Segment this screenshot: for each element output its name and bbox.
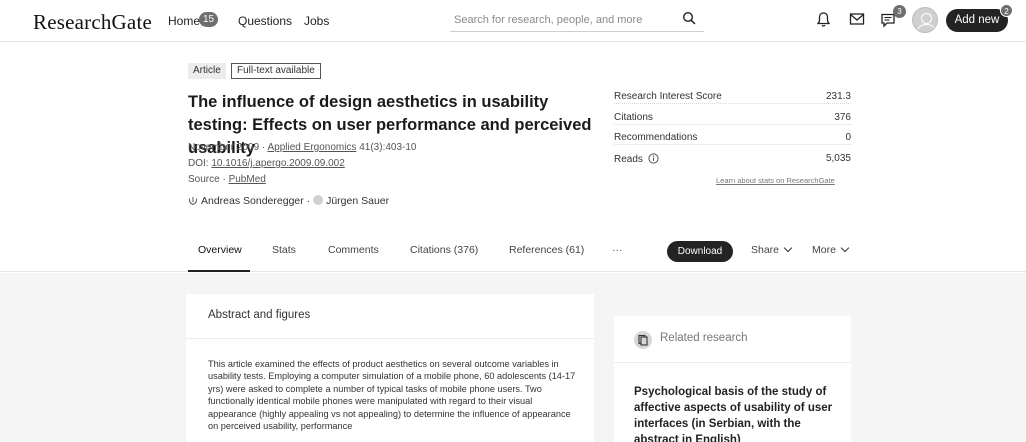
stat-divider (614, 103, 851, 104)
share-button[interactable]: Share (751, 243, 793, 256)
stat-research-interest: Research Interest Score 231.3 (614, 91, 851, 105)
nav-home-link[interactable]: Home (168, 14, 200, 28)
top-navigation: ResearchGate Home 15 Questions Jobs 3 Ad… (0, 0, 1026, 42)
divider (186, 338, 594, 339)
doi-line: DOI: 10.1016/j.apergo.2009.09.002 (188, 158, 345, 169)
stat-value: 5,035 (825, 153, 851, 164)
info-icon[interactable] (648, 153, 659, 167)
search-bar (450, 8, 704, 32)
chevron-down-icon (783, 243, 793, 253)
tab-overview[interactable]: Overview (198, 244, 242, 256)
download-button[interactable]: Download (667, 241, 733, 262)
stat-label: Research Interest Score (614, 91, 722, 102)
chevron-down-icon (840, 243, 850, 253)
author-avatar-icon (188, 196, 198, 209)
source-line: Source · PubMed (188, 174, 266, 185)
author-avatar (313, 195, 324, 205)
doi-label: DOI: (188, 158, 209, 169)
author-list: Andreas Sonderegger · Jürgen Sauer (188, 195, 389, 209)
abstract-text: This article examined the effects of pro… (208, 359, 576, 432)
publication-date: November 2009 (188, 142, 260, 153)
home-notification-badge: 15 (199, 12, 219, 27)
tab-references[interactable]: References (61) (509, 244, 584, 256)
abstract-card: Abstract and figures This article examin… (186, 294, 594, 442)
author-name[interactable]: Jürgen Sauer (326, 195, 389, 207)
doi-link[interactable]: 10.1016/j.apergo.2009.09.002 (211, 158, 344, 169)
divider (614, 362, 851, 363)
author-name[interactable]: Andreas Sonderegger (201, 195, 304, 207)
source-link[interactable]: PubMed (229, 174, 266, 185)
related-article-title[interactable]: Psychological basis of the study of affe… (634, 384, 844, 442)
more-tabs-icon[interactable]: ··· (612, 244, 623, 256)
nav-questions-link[interactable]: Questions (238, 14, 292, 28)
stat-value: 231.3 (825, 91, 851, 102)
stat-label: Citations (614, 112, 653, 123)
researchgate-logo[interactable]: ResearchGate (33, 10, 152, 35)
more-label: More (812, 244, 836, 256)
user-avatar[interactable] (912, 7, 938, 33)
tab-citations[interactable]: Citations (376) (410, 244, 478, 256)
search-icon[interactable] (682, 11, 696, 30)
stat-label: Recommendations (614, 132, 698, 143)
stat-divider (614, 124, 851, 125)
stat-value: 376 (834, 112, 851, 123)
add-new-badge: 2 (1000, 4, 1013, 17)
tab-comments[interactable]: Comments (328, 244, 379, 256)
article-type-tag: Article (188, 63, 226, 79)
fulltext-available-tag: Full-text available (231, 63, 321, 79)
active-tab-indicator (188, 270, 250, 272)
stat-divider (614, 144, 851, 145)
bell-icon[interactable] (816, 11, 831, 33)
stat-label-text: Reads (614, 154, 643, 165)
stat-reads: Reads 5,035 (614, 153, 851, 167)
share-label: Share (751, 244, 780, 256)
journal-link[interactable]: Applied Ergonomics (268, 142, 357, 153)
nav-jobs-link[interactable]: Jobs (304, 14, 329, 28)
learn-about-stats-link[interactable]: Learn about stats on ResearchGate (716, 176, 835, 185)
source-label: Source · (188, 174, 226, 185)
journal-reference: 41(3):403-10 (359, 142, 417, 153)
stat-value: 0 (845, 132, 851, 143)
abstract-heading: Abstract and figures (208, 309, 311, 321)
search-input[interactable] (454, 11, 674, 29)
stat-recommendations: Recommendations 0 (614, 132, 851, 146)
publication-info: November 2009 · Applied Ergonomics 41(3)… (188, 142, 417, 153)
stat-label: Reads (614, 153, 659, 167)
tab-stats[interactable]: Stats (272, 244, 296, 256)
related-research-card: Related research Psychological basis of … (614, 316, 851, 442)
chat-notification-badge: 3 (893, 5, 906, 18)
stat-citations: Citations 376 (614, 112, 851, 126)
mail-icon[interactable] (849, 11, 865, 32)
add-new-button[interactable]: Add new (946, 9, 1008, 32)
more-button[interactable]: More (812, 243, 850, 256)
related-research-icon (634, 331, 652, 349)
article-tabs: Overview Stats Comments Citations (376) … (0, 232, 1026, 272)
related-research-heading: Related research (660, 332, 748, 344)
